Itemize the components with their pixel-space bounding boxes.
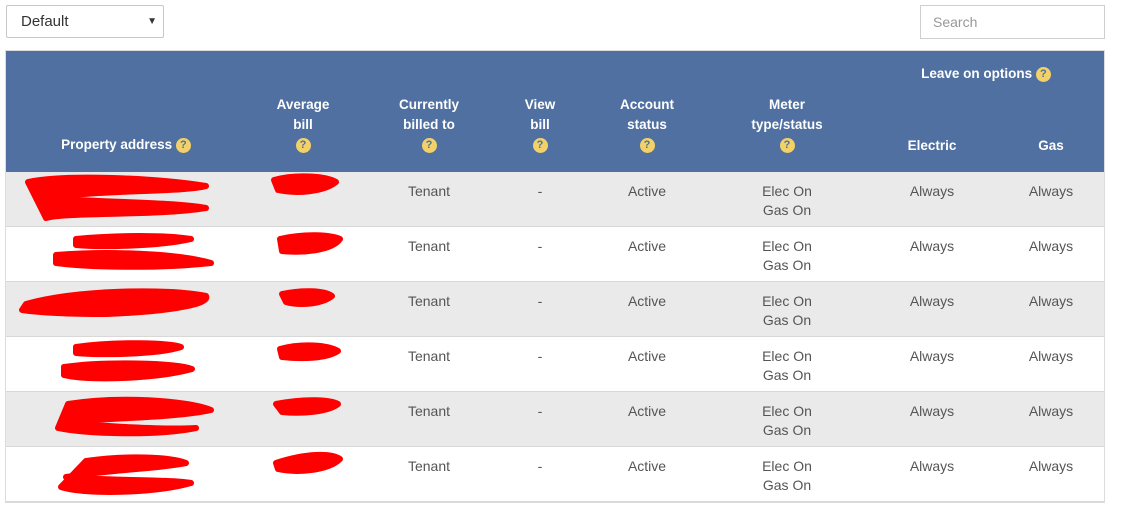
cell-billed-to: Tenant bbox=[407, 458, 451, 474]
help-icon[interactable]: ? bbox=[639, 137, 655, 153]
cell-account-status: Active bbox=[627, 238, 667, 254]
table-row[interactable]: Tenant - Active Always Always Elec On Gas On bbox=[6, 227, 1104, 282]
address-redaction bbox=[58, 454, 194, 495]
cell-leave-on-gas: Always bbox=[1028, 293, 1074, 309]
header-property-address[interactable]: Property address ? bbox=[26, 135, 226, 155]
meter-elec-status: Elec On bbox=[762, 293, 812, 309]
cell-account-status: Active bbox=[627, 183, 667, 199]
table-header: Property address ? Average bill ? Curren… bbox=[6, 51, 1104, 172]
cell-account-status: Active bbox=[627, 348, 667, 364]
cell-leave-on-gas: Always bbox=[1028, 183, 1074, 199]
help-icon[interactable]: ? bbox=[1035, 66, 1051, 82]
header-meter-type-status[interactable]: Meter type/status ? bbox=[722, 95, 852, 155]
average-bill-redaction bbox=[271, 173, 339, 195]
meter-gas-status: Gas On bbox=[762, 202, 812, 218]
search-input[interactable]: Search bbox=[920, 5, 1105, 39]
header-view-bill[interactable]: View bill ? bbox=[490, 95, 590, 155]
cell-meter-type-status: Elec On Gas On bbox=[722, 402, 852, 440]
cell-leave-on-electric: Always bbox=[909, 293, 955, 309]
average-bill-redaction bbox=[279, 288, 335, 307]
header-currently-billed-to[interactable]: Currently billed to ? bbox=[379, 95, 479, 155]
meter-gas-status: Gas On bbox=[762, 367, 812, 383]
cell-billed-to: Tenant bbox=[407, 403, 451, 419]
cell-leave-on-electric: Always bbox=[909, 183, 955, 199]
cell-leave-on-gas: Always bbox=[1028, 403, 1074, 419]
cell-view-bill: - bbox=[537, 458, 543, 474]
chevron-down-icon: ▼ bbox=[147, 16, 157, 27]
header-account-status[interactable]: Account status ? bbox=[597, 95, 697, 155]
cell-billed-to: Tenant bbox=[407, 348, 451, 364]
meter-elec-status: Elec On bbox=[762, 348, 812, 364]
meter-elec-status: Elec On bbox=[762, 183, 812, 199]
cell-view-bill: - bbox=[537, 348, 543, 364]
properties-table: Property address ? Average bill ? Curren… bbox=[5, 50, 1105, 503]
average-bill-redaction bbox=[277, 342, 341, 362]
meter-elec-status: Elec On bbox=[762, 458, 812, 474]
cell-view-bill: - bbox=[537, 183, 543, 199]
cell-billed-to: Tenant bbox=[407, 238, 451, 254]
meter-gas-status: Gas On bbox=[762, 477, 812, 493]
meter-elec-status: Elec On bbox=[762, 403, 812, 419]
cell-meter-type-status: Elec On Gas On bbox=[722, 457, 852, 495]
cell-view-bill: - bbox=[537, 403, 543, 419]
meter-gas-status: Gas On bbox=[762, 312, 812, 328]
cell-account-status: Active bbox=[627, 403, 667, 419]
table-row[interactable]: Tenant - Active Always Always Elec On Gas On bbox=[6, 447, 1104, 502]
address-redaction bbox=[19, 288, 210, 317]
cell-leave-on-gas: Always bbox=[1028, 458, 1074, 474]
address-redaction bbox=[61, 340, 195, 382]
cell-meter-type-status: Elec On Gas On bbox=[722, 347, 852, 385]
page: Default ▼ Search Property address ? Aver… bbox=[0, 0, 1123, 512]
cell-leave-on-electric: Always bbox=[909, 403, 955, 419]
table-body: Tenant - Active Always Always Elec On Gas On Te… bbox=[6, 172, 1104, 502]
view-select-value: Default bbox=[21, 13, 69, 30]
view-select[interactable]: Default ▼ bbox=[6, 5, 164, 38]
cell-leave-on-electric: Always bbox=[909, 458, 955, 474]
header-electric[interactable]: Electric bbox=[882, 136, 982, 156]
cell-billed-to: Tenant bbox=[407, 183, 451, 199]
meter-elec-status: Elec On bbox=[762, 238, 812, 254]
cell-leave-on-electric: Always bbox=[909, 238, 955, 254]
cell-view-bill: - bbox=[537, 293, 543, 309]
cell-leave-on-gas: Always bbox=[1028, 238, 1074, 254]
help-icon[interactable]: ? bbox=[532, 137, 548, 153]
cell-view-bill: - bbox=[537, 238, 543, 254]
address-redaction bbox=[25, 174, 209, 221]
cell-meter-type-status: Elec On Gas On bbox=[722, 237, 852, 275]
address-redaction bbox=[53, 233, 214, 270]
help-icon[interactable]: ? bbox=[421, 137, 437, 153]
cell-meter-type-status: Elec On Gas On bbox=[722, 182, 852, 220]
table-row[interactable]: Tenant - Active Always Always Elec On Gas On bbox=[6, 282, 1104, 337]
search-placeholder: Search bbox=[933, 14, 978, 30]
meter-gas-status: Gas On bbox=[762, 422, 812, 438]
table-row[interactable]: Tenant - Active Always Always Elec On Gas On bbox=[6, 172, 1104, 227]
help-icon[interactable]: ? bbox=[295, 137, 311, 153]
average-bill-redaction bbox=[273, 451, 343, 474]
header-average-bill[interactable]: Average bill ? bbox=[253, 95, 353, 155]
meter-gas-status: Gas On bbox=[762, 257, 812, 273]
cell-leave-on-electric: Always bbox=[909, 348, 955, 364]
table-row[interactable]: Tenant - Active Always Always Elec On Gas On bbox=[6, 337, 1104, 392]
address-redaction bbox=[55, 396, 214, 437]
cell-leave-on-gas: Always bbox=[1028, 348, 1074, 364]
cell-meter-type-status: Elec On Gas On bbox=[722, 292, 852, 330]
help-icon[interactable]: ? bbox=[779, 137, 795, 153]
average-bill-redaction bbox=[277, 232, 343, 255]
help-icon[interactable]: ? bbox=[175, 137, 191, 153]
header-leave-on-options: Leave on options ? bbox=[886, 64, 1086, 84]
cell-account-status: Active bbox=[627, 293, 667, 309]
cell-account-status: Active bbox=[627, 458, 667, 474]
header-gas[interactable]: Gas bbox=[1001, 136, 1101, 156]
cell-billed-to: Tenant bbox=[407, 293, 451, 309]
average-bill-redaction bbox=[273, 397, 341, 416]
table-row[interactable]: Tenant - Active Always Always Elec On Gas On bbox=[6, 392, 1104, 447]
